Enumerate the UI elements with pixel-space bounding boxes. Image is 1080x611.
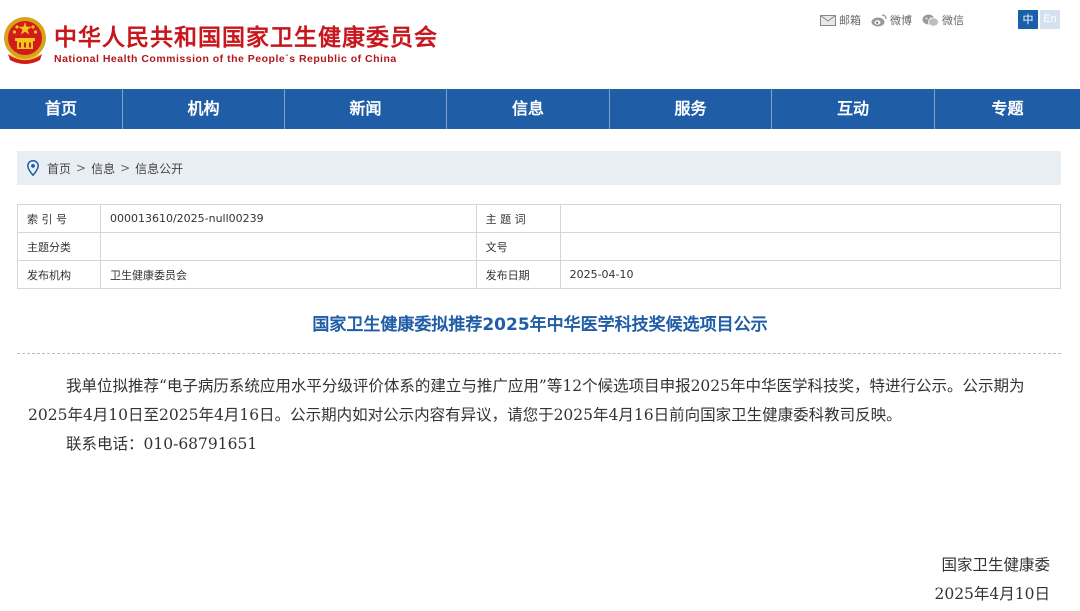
contact-phone: 联系电话：010-68791651 bbox=[66, 435, 258, 453]
main-nav: 首页 机构 新闻 信息 服务 互动 专题 bbox=[0, 89, 1080, 129]
publish-date-value: 2025-04-10 bbox=[559, 260, 1062, 289]
category-value bbox=[99, 232, 477, 261]
site-header: 中华人民共和国国家卫生健康委员会 National Health Commiss… bbox=[0, 0, 1080, 88]
mail-icon bbox=[820, 14, 836, 26]
wechat-label: 微信 bbox=[942, 14, 964, 27]
breadcrumb-disclosure[interactable]: 信息公开 bbox=[135, 160, 183, 177]
nav-item-information[interactable]: 信息 bbox=[447, 89, 610, 129]
article-body: 我单位拟推荐“电子病历系统应用水平分级评价体系的建立与推广应用”等12个候选项目… bbox=[28, 372, 1058, 459]
signature-date: 2025年4月10日 bbox=[934, 585, 1050, 603]
nav-item-news[interactable]: 新闻 bbox=[285, 89, 447, 129]
doc-number-value bbox=[559, 232, 1062, 261]
mail-label: 邮箱 bbox=[839, 14, 861, 27]
weibo-link[interactable]: 微博 bbox=[871, 12, 912, 28]
site-subtitle: National Health Commission of the People… bbox=[54, 53, 397, 65]
breadcrumb-separator: > bbox=[120, 161, 131, 175]
lang-en-button[interactable]: En bbox=[1040, 10, 1060, 29]
lang-zh-button[interactable]: 中 bbox=[1018, 10, 1038, 29]
nav-item-home[interactable]: 首页 bbox=[0, 89, 123, 129]
top-links: 邮箱 微博 微信 bbox=[820, 12, 964, 28]
publisher-value: 卫生健康委员会 bbox=[99, 260, 477, 289]
weibo-icon bbox=[871, 13, 887, 26]
article-signature: 国家卫生健康委 2025年4月10日 bbox=[934, 551, 1050, 609]
title-divider bbox=[17, 353, 1061, 354]
nav-item-organization[interactable]: 机构 bbox=[123, 89, 285, 129]
wechat-icon bbox=[922, 14, 939, 27]
breadcrumb: 首页 > 信息 > 信息公开 bbox=[17, 151, 1061, 185]
doc-number-label: 文号 bbox=[475, 232, 561, 261]
wechat-link[interactable]: 微信 bbox=[922, 12, 964, 28]
breadcrumb-separator: > bbox=[76, 161, 87, 175]
signature-org: 国家卫生健康委 bbox=[941, 556, 1050, 574]
weibo-label: 微博 bbox=[890, 14, 912, 27]
breadcrumb-home[interactable]: 首页 bbox=[47, 160, 71, 177]
subject-words-value bbox=[559, 204, 1062, 233]
publisher-label: 发布机构 bbox=[17, 260, 101, 289]
document-info-table: 索 引 号 000013610/2025-null00239 主 题 词 主题分… bbox=[17, 204, 1062, 289]
subject-words-label: 主 题 词 bbox=[475, 204, 561, 233]
article-paragraph: 我单位拟推荐“电子病历系统应用水平分级评价体系的建立与推广应用”等12个候选项目… bbox=[28, 377, 1025, 424]
mail-link[interactable]: 邮箱 bbox=[820, 12, 861, 28]
table-row: 主题分类 文号 bbox=[17, 232, 1062, 261]
breadcrumb-information[interactable]: 信息 bbox=[91, 160, 115, 177]
article-title: 国家卫生健康委拟推荐2025年中华医学科技奖候选项目公示 bbox=[312, 315, 768, 335]
category-label: 主题分类 bbox=[17, 232, 101, 261]
index-label: 索 引 号 bbox=[17, 204, 101, 233]
nav-item-services[interactable]: 服务 bbox=[610, 89, 772, 129]
site-title[interactable]: 中华人民共和国国家卫生健康委员会 bbox=[54, 18, 438, 52]
nav-item-interaction[interactable]: 互动 bbox=[772, 89, 935, 129]
national-emblem-icon[interactable] bbox=[2, 14, 48, 66]
index-value: 000013610/2025-null00239 bbox=[99, 204, 477, 233]
publish-date-label: 发布日期 bbox=[475, 260, 561, 289]
table-row: 发布机构 卫生健康委员会 发布日期 2025-04-10 bbox=[17, 260, 1062, 289]
nav-item-topics[interactable]: 专题 bbox=[935, 89, 1080, 129]
table-row: 索 引 号 000013610/2025-null00239 主 题 词 bbox=[17, 204, 1062, 233]
location-pin-icon bbox=[27, 160, 39, 176]
